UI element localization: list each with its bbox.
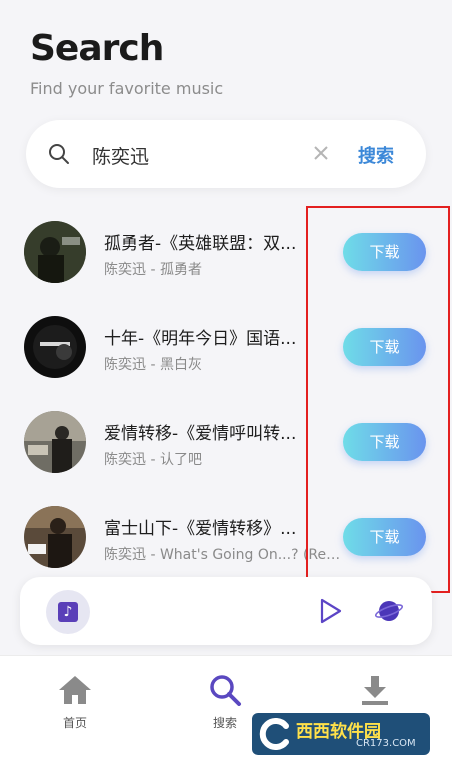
download-button[interactable]: 下载 bbox=[343, 518, 426, 556]
download-button[interactable]: 下载 bbox=[343, 328, 426, 366]
search-bar: 搜索 bbox=[26, 120, 426, 188]
mini-player[interactable]: ♪ bbox=[20, 577, 432, 645]
list-item[interactable]: 爱情转移-《爱情呼叫转... 陈奕迅 - 认了吧 下载 bbox=[0, 395, 452, 490]
search-button[interactable]: 搜索 bbox=[358, 142, 394, 168]
watermark-logo: 西西软件园 CR173.COM bbox=[252, 713, 430, 755]
page-title: Search bbox=[30, 28, 164, 69]
clear-icon[interactable] bbox=[312, 144, 330, 162]
music-note-icon: ♪ bbox=[58, 602, 78, 622]
song-title: 富士山下-《爱情转移》... bbox=[104, 519, 297, 539]
song-title: 十年-《明年今日》国语... bbox=[104, 329, 297, 349]
song-title: 孤勇者-《英雄联盟：双... bbox=[104, 234, 297, 254]
song-artist-album: 陈奕迅 - 孤勇者 bbox=[104, 262, 202, 278]
album-cover bbox=[24, 221, 86, 283]
song-artist-album: 陈奕迅 - What's Going On...? (Rem... bbox=[104, 547, 344, 563]
song-title: 爱情转移-《爱情呼叫转... bbox=[104, 424, 297, 444]
song-artist-album: 陈奕迅 - 黑白灰 bbox=[104, 357, 202, 373]
song-artist-album: 陈奕迅 - 认了吧 bbox=[104, 452, 202, 468]
planet-icon[interactable] bbox=[374, 597, 404, 625]
page-subtitle: Find your favorite music bbox=[30, 79, 224, 98]
list-item[interactable]: 十年-《明年今日》国语... 陈奕迅 - 黑白灰 下载 bbox=[0, 300, 452, 395]
search-icon bbox=[49, 144, 69, 164]
download-button[interactable]: 下载 bbox=[343, 423, 426, 461]
album-cover bbox=[24, 411, 86, 473]
tab-downloads[interactable] bbox=[330, 674, 420, 714]
tab-home[interactable]: 首页 bbox=[30, 674, 120, 731]
search-input[interactable] bbox=[90, 138, 314, 172]
watermark-url: CR173.COM bbox=[356, 738, 416, 749]
album-cover bbox=[24, 316, 86, 378]
watermark-c-icon bbox=[259, 718, 289, 750]
download-button[interactable]: 下载 bbox=[343, 233, 426, 271]
download-icon bbox=[362, 676, 388, 705]
album-cover bbox=[24, 506, 86, 568]
play-icon[interactable] bbox=[318, 597, 344, 625]
home-icon bbox=[59, 676, 91, 704]
tab-label: 首页 bbox=[62, 716, 87, 730]
list-item[interactable]: 孤勇者-《英雄联盟：双... 陈奕迅 - 孤勇者 下载 bbox=[0, 205, 452, 300]
list-item[interactable]: 富士山下-《爱情转移》... 陈奕迅 - What's Going On...?… bbox=[0, 490, 452, 585]
now-playing-cover[interactable]: ♪ bbox=[46, 590, 90, 634]
search-icon bbox=[210, 675, 241, 706]
